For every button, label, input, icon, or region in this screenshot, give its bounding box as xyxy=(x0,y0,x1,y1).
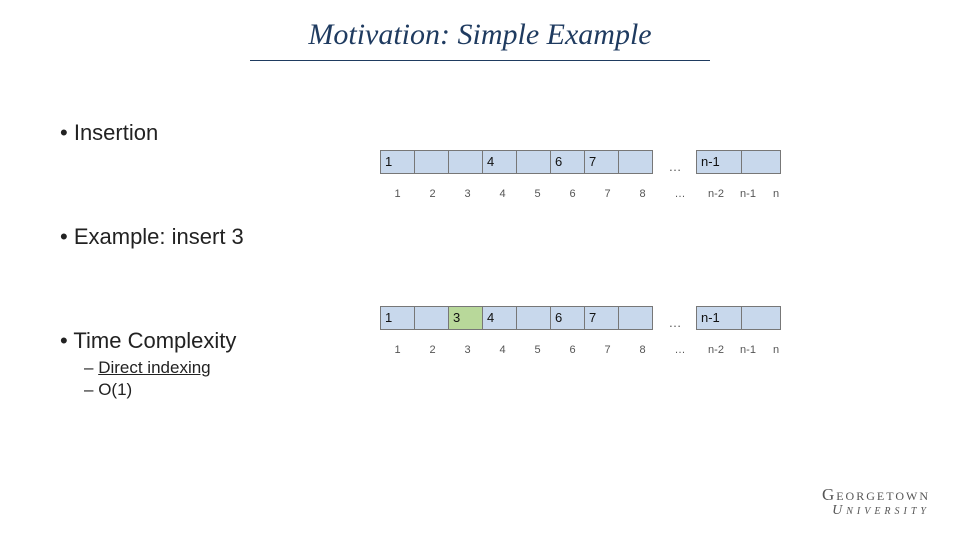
cell xyxy=(618,306,653,330)
cell xyxy=(618,150,653,174)
bullet-insertion: Insertion xyxy=(60,120,360,146)
title-underline xyxy=(250,60,710,61)
cell xyxy=(516,306,551,330)
ellipsis-icon: … xyxy=(660,344,700,356)
cell-end xyxy=(741,306,781,330)
array-after-cells: 1 3 4 6 7 … n-1 xyxy=(380,298,788,330)
cell: 7 xyxy=(584,306,619,330)
ellipsis-icon: … xyxy=(655,150,695,174)
idx: 5 xyxy=(520,344,555,356)
cell-value: n-1 xyxy=(701,310,720,325)
ellipsis-icon: … xyxy=(655,306,695,330)
cell: 1 xyxy=(380,150,415,174)
cell-value: 4 xyxy=(487,310,494,325)
idx-end: n-1 xyxy=(732,188,764,200)
idx: 8 xyxy=(625,188,660,200)
cell-value: 6 xyxy=(555,310,562,325)
array-before-cells: 1 4 6 7 … n-1 xyxy=(380,142,788,174)
cell-value: 4 xyxy=(487,154,494,169)
sub-direct-indexing-label: Direct indexing xyxy=(98,358,210,377)
cell xyxy=(516,150,551,174)
cell-value: 7 xyxy=(589,310,596,325)
idx-end: n xyxy=(764,344,788,356)
sub-o1: O(1) xyxy=(84,380,360,400)
idx-end: n xyxy=(764,188,788,200)
cell xyxy=(414,306,449,330)
cell-value: n-1 xyxy=(701,154,720,169)
idx-end: n-2 xyxy=(700,344,732,356)
cell: 6 xyxy=(550,306,585,330)
cell-end: n-1 xyxy=(696,306,742,330)
array-after-indices: 1 2 3 4 5 6 7 8 … n-2 n-1 n xyxy=(380,344,788,356)
idx: 1 xyxy=(380,188,415,200)
idx: 5 xyxy=(520,188,555,200)
cell: 4 xyxy=(482,306,517,330)
sub-list: Direct indexing O(1) xyxy=(84,358,360,400)
idx: 2 xyxy=(415,344,450,356)
array-before: 1 4 6 7 … n-1 1 2 3 4 5 6 7 8 … n-2 n-1 … xyxy=(380,142,788,200)
cell-inserted: 3 xyxy=(448,306,483,330)
logo-name: Georgetown xyxy=(750,486,930,503)
idx: 7 xyxy=(590,344,625,356)
bullet-example: Example: insert 3 xyxy=(60,224,360,250)
idx: 6 xyxy=(555,344,590,356)
cell-end xyxy=(741,150,781,174)
cell-value: 1 xyxy=(385,154,392,169)
logo: Georgetown University xyxy=(750,486,930,520)
cell: 6 xyxy=(550,150,585,174)
cell xyxy=(414,150,449,174)
idx: 6 xyxy=(555,188,590,200)
ellipsis-icon: … xyxy=(660,188,700,200)
page-title: Motivation: Simple Example xyxy=(0,18,960,52)
cell: 4 xyxy=(482,150,517,174)
bullet-list: Insertion Example: insert 3 Time Complex… xyxy=(60,120,360,400)
sub-direct-indexing: Direct indexing xyxy=(84,358,360,378)
logo-sub: University xyxy=(750,503,930,520)
idx: 7 xyxy=(590,188,625,200)
idx: 3 xyxy=(450,188,485,200)
cell-value: 3 xyxy=(453,310,460,325)
idx: 1 xyxy=(380,344,415,356)
cell-value: 7 xyxy=(589,154,596,169)
idx-end: n-1 xyxy=(732,344,764,356)
cell-end: n-1 xyxy=(696,150,742,174)
bullet-complexity: Time Complexity Direct indexing O(1) xyxy=(60,328,360,400)
cell-value: 6 xyxy=(555,154,562,169)
idx: 4 xyxy=(485,344,520,356)
array-before-indices: 1 2 3 4 5 6 7 8 … n-2 n-1 n xyxy=(380,188,788,200)
idx-end: n-2 xyxy=(700,188,732,200)
idx: 8 xyxy=(625,344,660,356)
cell: 1 xyxy=(380,306,415,330)
idx: 2 xyxy=(415,188,450,200)
cell xyxy=(448,150,483,174)
cell: 7 xyxy=(584,150,619,174)
array-after: 1 3 4 6 7 … n-1 1 2 3 4 5 6 7 8 … n-2 n-… xyxy=(380,298,788,356)
idx: 3 xyxy=(450,344,485,356)
cell-value: 1 xyxy=(385,310,392,325)
bullet-complexity-label: Time Complexity xyxy=(73,328,236,353)
idx: 4 xyxy=(485,188,520,200)
